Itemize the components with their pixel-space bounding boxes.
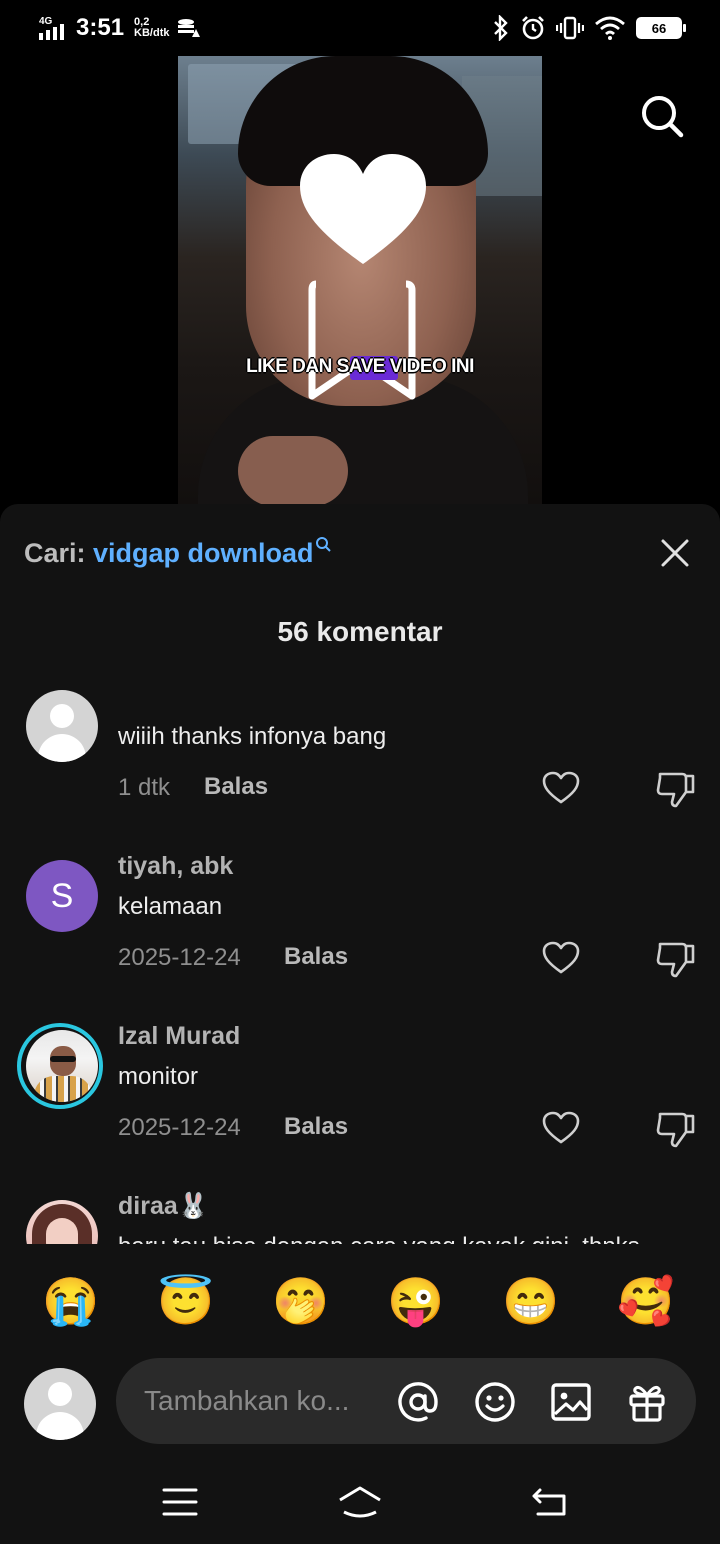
comment-time: 1 dtk (118, 774, 171, 801)
comment-count: 56 komentar (277, 616, 443, 647)
battery-level: 66 (651, 20, 667, 36)
heart-icon[interactable] (542, 941, 580, 975)
bluetooth-icon (494, 15, 508, 41)
home-icon[interactable] (336, 1484, 384, 1520)
avatar[interactable] (26, 1030, 98, 1102)
comment-username[interactable]: Izal Murad (118, 1022, 240, 1051)
comment-list[interactable]: wiiih thanks infonya bang 1 dtk Balas S … (0, 674, 720, 1244)
network-speed-unit: KB/dtk (134, 27, 170, 39)
video-person-hand (238, 436, 348, 504)
reply-button[interactable]: Balas (284, 943, 348, 971)
status-bar: 4G 3:51 0,2 KB/dtk 66 (0, 0, 720, 56)
emoji-smiling-hearts[interactable]: 🥰 (617, 1272, 675, 1330)
system-nav-bar (0, 1460, 720, 1544)
signal-icon: 4G (39, 16, 64, 40)
comment-item: Izal Murad monitor 2025-12-24 Balas (0, 1014, 720, 1184)
data-saver-icon (177, 19, 200, 37)
wifi-icon (595, 16, 625, 40)
comment-username[interactable]: tiyah, abk (118, 852, 233, 881)
video-player[interactable]: LIKE DAN SAVE VIDEO INI (178, 56, 542, 504)
reply-button[interactable]: Balas (204, 773, 268, 801)
alarm-icon (522, 16, 544, 40)
search-icon[interactable] (640, 94, 684, 138)
status-left: 4G 3:51 0,2 KB/dtk (38, 12, 200, 44)
comment-time: 2025-12-24 (118, 1114, 241, 1141)
emoji-hand-over-mouth[interactable]: 🤭 (272, 1272, 330, 1330)
my-avatar (24, 1368, 96, 1440)
comment-time: 2025-12-24 (118, 944, 241, 971)
emoji-loudly-crying[interactable]: 😭 (42, 1272, 100, 1330)
close-icon[interactable] (660, 538, 690, 568)
bookmark-overlay-icon (308, 280, 416, 400)
search-small-icon (315, 537, 331, 552)
comment-input-area: Tambahkan ko... (0, 1350, 720, 1460)
heart-icon[interactable] (542, 771, 580, 805)
search-suggestion[interactable]: Cari: vidgap download (24, 537, 331, 569)
heart-icon[interactable] (542, 1111, 580, 1145)
gift-icon[interactable] (625, 1380, 669, 1424)
emoji-bar: 😭 😇 🤭 😜 😁 🥰 (0, 1250, 720, 1350)
comment-item: S tiyah, abk kelamaan 2025-12-24 Balas (0, 844, 720, 1014)
status-right: 66 (492, 12, 686, 44)
search-suggestion-query[interactable]: vidgap download (93, 538, 314, 568)
menu-icon[interactable] (160, 1484, 200, 1520)
comment-text: wiiih thanks infonya bang (118, 723, 387, 750)
comment-item: diraa🐰 baru tau bisa dengan cara yang ka… (0, 1184, 720, 1244)
comment-input-placeholder: Tambahkan ko... (144, 1385, 350, 1416)
comment-username[interactable]: diraa🐰 (118, 1192, 209, 1221)
comment-item: wiiih thanks infonya bang 1 dtk Balas (0, 674, 720, 844)
comment-input[interactable]: Tambahkan ko... (116, 1358, 696, 1444)
network-type-text: 4G (39, 16, 53, 27)
comment-text: kelamaan (118, 893, 223, 920)
heart-overlay-icon (300, 154, 426, 264)
thumbs-down-icon[interactable] (656, 770, 696, 808)
emoji-grinning[interactable]: 😁 (502, 1272, 560, 1330)
avatar[interactable] (26, 690, 98, 762)
search-suggestion-prefix: Cari: (24, 538, 86, 568)
avatar[interactable] (26, 1200, 98, 1244)
at-icon[interactable] (396, 1380, 440, 1424)
avatar[interactable]: S (26, 860, 98, 932)
thumbs-down-icon[interactable] (656, 940, 696, 978)
comment-text: monitor (118, 1063, 199, 1090)
smiley-icon[interactable] (473, 1380, 517, 1424)
image-icon[interactable] (549, 1380, 593, 1424)
emoji-halo[interactable]: 😇 (157, 1272, 215, 1330)
status-time: 3:51 (76, 14, 125, 41)
network-speed: 0,2 KB/dtk (134, 17, 169, 39)
video-caption: LIKE DAN SAVE VIDEO INI (246, 356, 474, 377)
vibrate-icon (556, 16, 584, 40)
reply-button[interactable]: Balas (284, 1113, 348, 1141)
emoji-winking-tongue[interactable]: 😜 (387, 1272, 445, 1330)
battery-indicator: 66 (636, 17, 686, 39)
comment-text: baru tau bisa dengan cara yang kayak gin… (118, 1233, 640, 1244)
back-icon[interactable] (530, 1484, 570, 1520)
thumbs-down-icon[interactable] (656, 1110, 696, 1148)
